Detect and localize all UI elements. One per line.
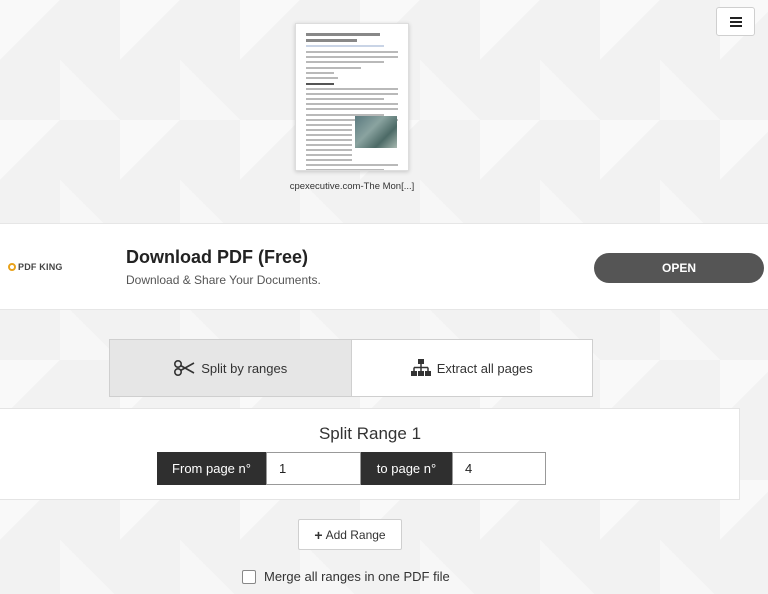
merge-label[interactable]: Merge all ranges in one PDF file	[264, 569, 450, 584]
thumbnail-photo	[355, 116, 397, 148]
file-name: cpexecutive.com-The Mon[...]	[289, 181, 415, 192]
ad-subtitle: Download & Share Your Documents.	[126, 273, 321, 287]
ad-banner[interactable]: PDF KING Download PDF (Free) Download & …	[0, 223, 768, 310]
split-mode-tabs: Split by ranges Extract all pages	[109, 339, 593, 397]
pdf-thumbnail[interactable]	[295, 23, 409, 171]
range-row: From page n° to page n°	[157, 452, 546, 485]
tab-extract-all-pages[interactable]: Extract all pages	[352, 340, 593, 396]
pdfking-logo-icon	[8, 263, 16, 271]
add-range-button[interactable]: + Add Range	[298, 519, 402, 550]
tab-extract-all-pages-label: Extract all pages	[436, 360, 533, 376]
split-range-panel: Split Range 1 From page n° to page n°	[0, 408, 740, 500]
from-page-label: From page n°	[157, 452, 266, 485]
menu-button[interactable]	[716, 7, 755, 36]
to-page-input[interactable]	[452, 452, 546, 485]
ad-open-button[interactable]: OPEN	[594, 253, 764, 283]
tab-split-by-ranges-label: Split by ranges	[201, 360, 288, 376]
ad-title[interactable]: Download PDF (Free)	[126, 247, 308, 268]
ad-brand: PDF KING	[18, 262, 63, 272]
ad-logo: PDF KING	[8, 262, 63, 272]
sitemap-icon	[410, 359, 431, 377]
add-range-label: Add Range	[325, 527, 386, 542]
merge-option: Merge all ranges in one PDF file	[242, 569, 450, 584]
plus-icon: +	[314, 526, 323, 543]
to-page-label: to page n°	[361, 452, 452, 485]
scissors-icon	[173, 360, 195, 376]
merge-checkbox[interactable]	[242, 569, 256, 584]
from-page-input[interactable]	[266, 452, 361, 485]
hamburger-icon	[729, 16, 742, 27]
range-title: Split Range 1	[318, 424, 422, 443]
tab-split-by-ranges[interactable]: Split by ranges	[110, 340, 352, 396]
